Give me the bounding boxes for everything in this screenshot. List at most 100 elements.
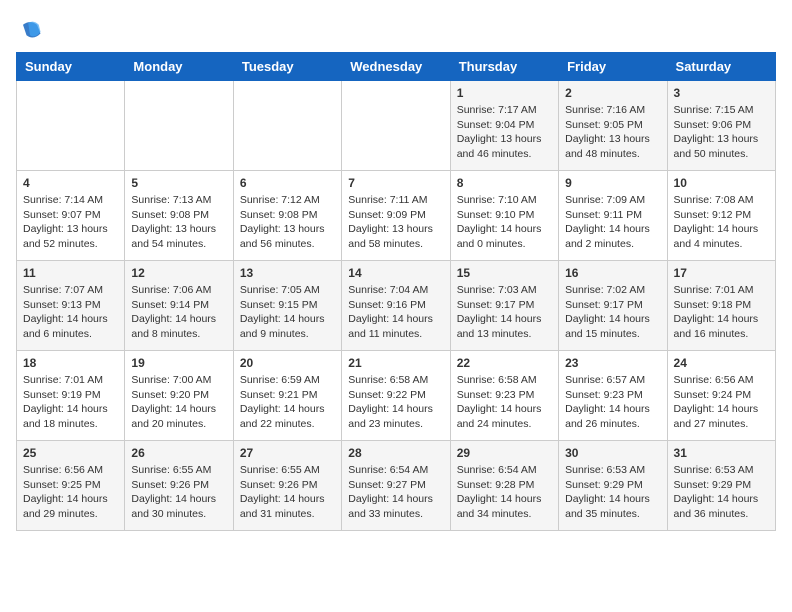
day-number: 1 — [457, 86, 552, 100]
calendar-table: SundayMondayTuesdayWednesdayThursdayFrid… — [16, 52, 776, 531]
calendar-cell: 26 Sunrise: 6:55 AM Sunset: 9:26 PM Dayli… — [125, 441, 233, 531]
day-number: 6 — [240, 176, 335, 190]
day-number: 5 — [131, 176, 226, 190]
day-number: 21 — [348, 356, 443, 370]
calendar-cell: 19 Sunrise: 7:00 AM Sunset: 9:20 PM Dayli… — [125, 351, 233, 441]
day-number: 9 — [565, 176, 660, 190]
calendar-cell: 5 Sunrise: 7:13 AM Sunset: 9:08 PM Daylig… — [125, 171, 233, 261]
day-info: Sunrise: 7:02 AM Sunset: 9:17 PM Dayligh… — [565, 283, 660, 342]
calendar-cell: 3Sunrise: 7:15 AM Sunset: 9:06 PM Daylig… — [667, 81, 775, 171]
calendar-cell: 25 Sunrise: 6:56 AM Sunset: 9:25 PM Dayli… — [17, 441, 125, 531]
day-info: Sunrise: 7:00 AM Sunset: 9:20 PM Dayligh… — [131, 373, 226, 432]
calendar-cell — [125, 81, 233, 171]
day-info: Sunrise: 6:53 AM Sunset: 9:29 PM Dayligh… — [674, 463, 769, 522]
day-info: Sunrise: 6:58 AM Sunset: 9:23 PM Dayligh… — [457, 373, 552, 432]
day-number: 11 — [23, 266, 118, 280]
day-number: 28 — [348, 446, 443, 460]
day-number: 31 — [674, 446, 769, 460]
calendar-cell: 6 Sunrise: 7:12 AM Sunset: 9:08 PM Daylig… — [233, 171, 341, 261]
header-row: SundayMondayTuesdayWednesdayThursdayFrid… — [17, 53, 776, 81]
calendar-cell — [17, 81, 125, 171]
day-info: Sunrise: 7:08 AM Sunset: 9:12 PM Dayligh… — [674, 193, 769, 252]
day-number: 30 — [565, 446, 660, 460]
calendar-cell: 22 Sunrise: 6:58 AM Sunset: 9:23 PM Dayli… — [450, 351, 558, 441]
day-number: 12 — [131, 266, 226, 280]
calendar-cell: 4 Sunrise: 7:14 AM Sunset: 9:07 PM Daylig… — [17, 171, 125, 261]
day-info: Sunrise: 7:14 AM Sunset: 9:07 PM Dayligh… — [23, 193, 118, 252]
calendar-cell: 31 Sunrise: 6:53 AM Sunset: 9:29 PM Dayli… — [667, 441, 775, 531]
day-number: 29 — [457, 446, 552, 460]
day-number: 8 — [457, 176, 552, 190]
day-info: Sunrise: 7:05 AM Sunset: 9:15 PM Dayligh… — [240, 283, 335, 342]
day-info: Sunrise: 6:59 AM Sunset: 9:21 PM Dayligh… — [240, 373, 335, 432]
day-number: 3 — [674, 86, 769, 100]
calendar-cell: 1 Sunrise: 7:17 AM Sunset: 9:04 PM Daylig… — [450, 81, 558, 171]
day-info: Sunrise: 7:17 AM Sunset: 9:04 PM Dayligh… — [457, 103, 552, 162]
calendar-cell: 10 Sunrise: 7:08 AM Sunset: 9:12 PM Dayli… — [667, 171, 775, 261]
day-number: 4 — [23, 176, 118, 190]
day-number: 27 — [240, 446, 335, 460]
day-number: 18 — [23, 356, 118, 370]
calendar-week-row: 25 Sunrise: 6:56 AM Sunset: 9:25 PM Dayli… — [17, 441, 776, 531]
day-info: Sunrise: 7:10 AM Sunset: 9:10 PM Dayligh… — [457, 193, 552, 252]
day-info: Sunrise: 7:13 AM Sunset: 9:08 PM Dayligh… — [131, 193, 226, 252]
day-number: 16 — [565, 266, 660, 280]
day-info: Sunrise: 6:55 AM Sunset: 9:26 PM Dayligh… — [240, 463, 335, 522]
day-info: Sunrise: 6:54 AM Sunset: 9:28 PM Dayligh… — [457, 463, 552, 522]
day-number: 10 — [674, 176, 769, 190]
calendar-cell: 17Sunrise: 7:01 AM Sunset: 9:18 PM Dayli… — [667, 261, 775, 351]
page-header — [16, 16, 776, 44]
calendar-cell: 27 Sunrise: 6:55 AM Sunset: 9:26 PM Dayli… — [233, 441, 341, 531]
day-info: Sunrise: 6:55 AM Sunset: 9:26 PM Dayligh… — [131, 463, 226, 522]
weekday-header: Sunday — [17, 53, 125, 81]
calendar-cell: 21 Sunrise: 6:58 AM Sunset: 9:22 PM Dayli… — [342, 351, 450, 441]
day-info: Sunrise: 7:07 AM Sunset: 9:13 PM Dayligh… — [23, 283, 118, 342]
calendar-cell: 18 Sunrise: 7:01 AM Sunset: 9:19 PM Dayli… — [17, 351, 125, 441]
day-info: Sunrise: 6:53 AM Sunset: 9:29 PM Dayligh… — [565, 463, 660, 522]
calendar-cell: 14 Sunrise: 7:04 AM Sunset: 9:16 PM Dayli… — [342, 261, 450, 351]
day-info: Sunrise: 6:56 AM Sunset: 9:25 PM Dayligh… — [23, 463, 118, 522]
logo-icon — [16, 16, 44, 44]
calendar-cell — [233, 81, 341, 171]
day-number: 2 — [565, 86, 660, 100]
calendar-cell: 7 Sunrise: 7:11 AM Sunset: 9:09 PM Daylig… — [342, 171, 450, 261]
calendar-cell: 28Sunrise: 6:54 AM Sunset: 9:27 PM Dayli… — [342, 441, 450, 531]
day-number: 25 — [23, 446, 118, 460]
day-number: 22 — [457, 356, 552, 370]
calendar-cell: 30 Sunrise: 6:53 AM Sunset: 9:29 PM Dayli… — [559, 441, 667, 531]
day-info: Sunrise: 7:09 AM Sunset: 9:11 PM Dayligh… — [565, 193, 660, 252]
day-number: 17 — [674, 266, 769, 280]
weekday-header: Wednesday — [342, 53, 450, 81]
calendar-cell — [342, 81, 450, 171]
weekday-header: Friday — [559, 53, 667, 81]
day-number: 19 — [131, 356, 226, 370]
calendar-cell: 13 Sunrise: 7:05 AM Sunset: 9:15 PM Dayli… — [233, 261, 341, 351]
calendar-cell: 16 Sunrise: 7:02 AM Sunset: 9:17 PM Dayli… — [559, 261, 667, 351]
day-info: Sunrise: 6:58 AM Sunset: 9:22 PM Dayligh… — [348, 373, 443, 432]
weekday-header: Tuesday — [233, 53, 341, 81]
day-number: 14 — [348, 266, 443, 280]
day-info: Sunrise: 7:11 AM Sunset: 9:09 PM Dayligh… — [348, 193, 443, 252]
day-number: 26 — [131, 446, 226, 460]
day-info: Sunrise: 7:16 AM Sunset: 9:05 PM Dayligh… — [565, 103, 660, 162]
calendar-cell: 8 Sunrise: 7:10 AM Sunset: 9:10 PM Daylig… — [450, 171, 558, 261]
day-number: 7 — [348, 176, 443, 190]
calendar-cell: 23Sunrise: 6:57 AM Sunset: 9:23 PM Dayli… — [559, 351, 667, 441]
weekday-header: Saturday — [667, 53, 775, 81]
calendar-cell: 9 Sunrise: 7:09 AM Sunset: 9:11 PM Daylig… — [559, 171, 667, 261]
day-number: 15 — [457, 266, 552, 280]
day-info: Sunrise: 7:12 AM Sunset: 9:08 PM Dayligh… — [240, 193, 335, 252]
logo — [16, 16, 48, 44]
calendar-cell: 15Sunrise: 7:03 AM Sunset: 9:17 PM Dayli… — [450, 261, 558, 351]
day-info: Sunrise: 6:56 AM Sunset: 9:24 PM Dayligh… — [674, 373, 769, 432]
day-number: 13 — [240, 266, 335, 280]
calendar-week-row: 1 Sunrise: 7:17 AM Sunset: 9:04 PM Daylig… — [17, 81, 776, 171]
calendar-cell: 11 Sunrise: 7:07 AM Sunset: 9:13 PM Dayli… — [17, 261, 125, 351]
weekday-header: Monday — [125, 53, 233, 81]
calendar-week-row: 4 Sunrise: 7:14 AM Sunset: 9:07 PM Daylig… — [17, 171, 776, 261]
calendar-cell: 2 Sunrise: 7:16 AM Sunset: 9:05 PM Daylig… — [559, 81, 667, 171]
day-info: Sunrise: 7:04 AM Sunset: 9:16 PM Dayligh… — [348, 283, 443, 342]
calendar-cell: 20Sunrise: 6:59 AM Sunset: 9:21 PM Dayli… — [233, 351, 341, 441]
day-info: Sunrise: 7:06 AM Sunset: 9:14 PM Dayligh… — [131, 283, 226, 342]
day-info: Sunrise: 7:01 AM Sunset: 9:19 PM Dayligh… — [23, 373, 118, 432]
